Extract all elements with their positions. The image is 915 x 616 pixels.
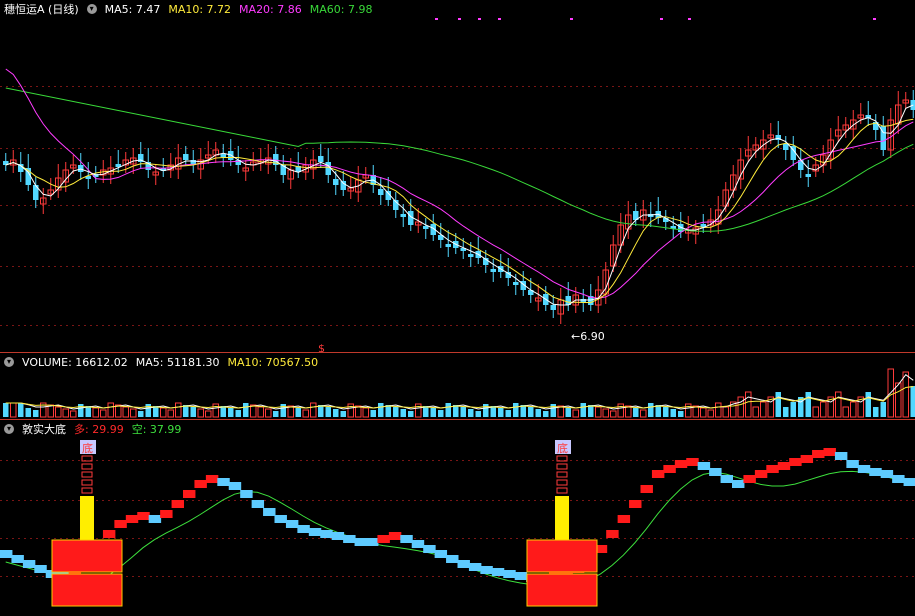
vol-ma10-value: MA10: 70567.50 [227,355,319,369]
indicator-name: 敦实大底 [22,423,66,436]
volume-bars [3,368,915,418]
volume-value: VOLUME: 16612.02 [22,355,128,369]
price-chart: ←6.90 $ [0,18,915,352]
low-price-marker: ←6.90 [571,330,605,343]
collapse-toggle-icon[interactable]: ▾ [4,424,14,434]
candlesticks [3,90,915,324]
stock-title: 穗恒运A (日线) [4,3,79,16]
signal-dollar-mark: $ [318,342,325,352]
volume-pane[interactable]: ▾ VOLUME: 16612.02 MA5: 51181.30 MA10: 7… [0,353,915,419]
duo-value: 多: 29.99 [74,423,124,436]
price-pane[interactable]: 穗恒运A (日线) ▾ MA5: 7.47 MA10: 7.72 MA20: 7… [0,0,915,352]
indicator-blocks [0,448,915,583]
ma10-value: MA10: 7.72 [168,2,232,16]
indicator-signal-line [5,470,910,587]
price-legend: 穗恒运A (日线) ▾ MA5: 7.47 MA10: 7.72 MA20: 7… [4,1,372,17]
ma5-value: MA5: 7.47 [104,2,161,16]
ma20-line [5,68,914,299]
indicator-pane[interactable]: ▾ 敦实大底 多: 29.99 空: 37.99 底底 [0,420,915,616]
collapse-toggle-icon[interactable]: ▾ [86,4,97,14]
ma10-line [5,118,914,303]
indicator-chart: 底底 [0,440,915,607]
kong-value: 空: 37.99 [131,423,182,436]
ma60-value: MA60: 7.98 [309,2,373,16]
ma20-value: MA20: 7.86 [239,2,302,16]
indicator-legend: ▾ 敦实大底 多: 29.99 空: 37.99 [4,421,181,437]
svg-text:底: 底 [82,441,93,455]
volume-legend: ▾ VOLUME: 16612.02 MA5: 51181.30 MA10: 7… [4,354,318,370]
svg-text:底: 底 [557,441,568,455]
vol-ma5-value: MA5: 51181.30 [135,355,220,369]
collapse-toggle-icon[interactable]: ▾ [4,357,14,367]
